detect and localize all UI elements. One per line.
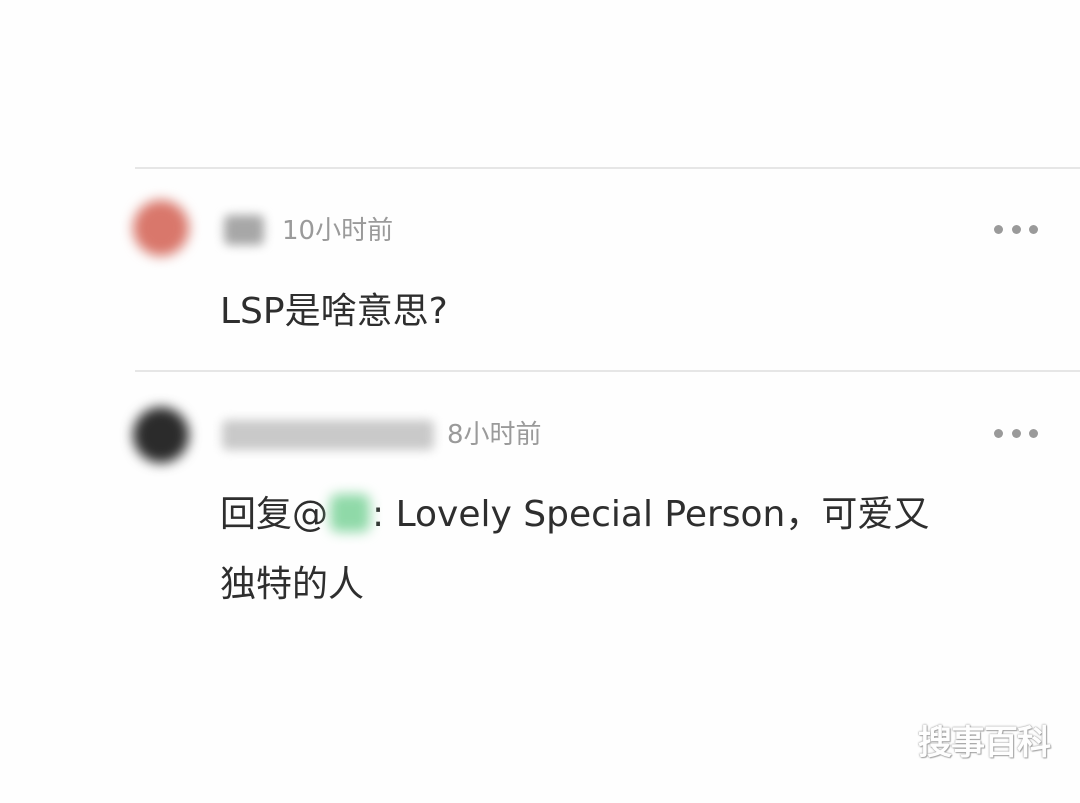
comment-text: 回复@ : Lovely Special Person，可爱又 独特的人 — [220, 480, 1020, 620]
reply-prefix: 回复@ — [220, 494, 329, 535]
avatar[interactable] — [133, 200, 189, 256]
avatar[interactable] — [133, 407, 189, 463]
comment-divider — [135, 370, 1080, 372]
mention-username-blurred[interactable] — [330, 494, 371, 532]
watermark-logo: 搜事百科 — [918, 723, 1051, 763]
reply-text: : Lovely Special Person，可爱又 — [372, 494, 930, 535]
more-dots-icon[interactable] — [994, 427, 1038, 439]
username-blurred[interactable] — [222, 420, 434, 450]
comment-time: 10小时前 — [282, 216, 394, 246]
username-blurred[interactable] — [224, 215, 264, 245]
more-dots-icon[interactable] — [994, 223, 1038, 235]
comment-text: LSP是啥意思? — [220, 291, 448, 332]
reply-text-line2: 独特的人 — [220, 564, 365, 605]
comment-thread-screenshot: 10小时前 LSP是啥意思? 8小时前 回复@ : Lovely Special … — [0, 0, 1080, 803]
comment-time: 8小时前 — [447, 420, 542, 450]
top-divider — [135, 167, 1080, 169]
